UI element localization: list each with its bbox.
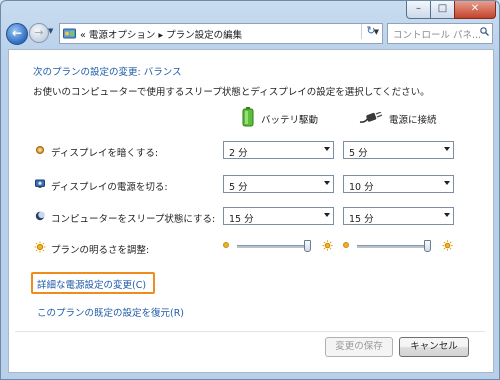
power-options-window: – □ ✕ ← → ▼ « 電源オプション ▸ プラン設定の編集 ▼ ↻ コント… <box>0 0 500 380</box>
dim-display-plugged-select[interactable]: 5 分 <box>343 141 454 159</box>
slider-track <box>357 245 427 248</box>
chevron-down-icon <box>324 147 330 151</box>
display-off-plugged-value: 10 分 <box>349 182 374 193</box>
search-icon[interactable] <box>480 27 489 36</box>
sleep-battery-value: 15 分 <box>229 214 254 225</box>
close-button[interactable]: ✕ <box>454 1 496 19</box>
maximize-button[interactable]: □ <box>430 1 455 19</box>
sleep-moon-icon <box>35 211 45 221</box>
slider-thumb[interactable] <box>303 240 311 252</box>
page-title: 次のプランの設定の変更: バランス <box>33 67 182 78</box>
display-off-battery-select[interactable]: 5 分 <box>223 175 334 193</box>
power-plug-icon <box>359 112 383 123</box>
search-input[interactable]: コントロール パネ... <box>387 23 493 44</box>
battery-icon <box>242 107 254 127</box>
bright-sun-icon <box>322 240 333 251</box>
dim-sun-icon <box>343 242 349 248</box>
dim-display-icon <box>36 146 44 154</box>
dim-display-battery-select[interactable]: 2 分 <box>223 141 334 159</box>
sleep-plugged-select[interactable]: 15 分 <box>343 207 454 225</box>
dim-display-plugged-value: 5 分 <box>349 148 368 159</box>
slider-thumb[interactable] <box>423 240 431 252</box>
chevron-down-icon <box>444 213 450 217</box>
history-dropdown-icon[interactable]: ▼ <box>48 27 53 35</box>
save-changes-button[interactable]: 変更の保存 <box>325 337 393 357</box>
control-panel-icon <box>63 28 76 39</box>
breadcrumb[interactable]: « 電源オプション ▸ プラン設定の編集 <box>80 27 242 41</box>
plugged-column-header: 電源に接続 <box>389 115 437 126</box>
sleep-plugged-value: 15 分 <box>349 214 374 225</box>
display-off-label: ディスプレイの電源を切る: <box>51 182 168 193</box>
back-button[interactable]: ← <box>6 23 28 45</box>
chevron-down-icon <box>444 147 450 151</box>
forward-button[interactable]: → <box>29 23 49 43</box>
address-bar[interactable]: « 電源オプション ▸ プラン設定の編集 ▼ <box>59 23 383 44</box>
bright-sun-icon <box>442 240 453 251</box>
sleep-label: コンピューターをスリープ状態にする: <box>51 214 216 225</box>
title-bar: – □ ✕ <box>1 1 499 21</box>
brightness-plugged-slider[interactable] <box>343 240 455 252</box>
minimize-button[interactable]: – <box>406 1 431 19</box>
slider-track <box>237 245 307 248</box>
chevron-down-icon <box>324 181 330 185</box>
brightness-sun-icon <box>34 241 46 253</box>
page-description: お使いのコンピューターで使用するスリープ状態とディスプレイの設定を選択してくださ… <box>33 87 430 98</box>
dim-sun-icon <box>223 242 229 248</box>
display-off-plugged-select[interactable]: 10 分 <box>343 175 454 193</box>
cancel-button[interactable]: キャンセル <box>399 337 469 357</box>
sleep-battery-select[interactable]: 15 分 <box>223 207 334 225</box>
display-off-icon <box>35 179 45 188</box>
refresh-icon[interactable]: ↻ <box>361 24 380 39</box>
restore-defaults-link[interactable]: このプランの既定の設定を復元(R) <box>37 305 184 319</box>
search-placeholder: コントロール パネ... <box>393 30 482 41</box>
dim-display-label: ディスプレイを暗くする: <box>51 148 159 159</box>
navigation-bar: ← → ▼ « 電源オプション ▸ プラン設定の編集 ▼ ↻ コントロール パネ… <box>1 21 499 47</box>
brightness-label: プランの明るさを調整: <box>51 245 150 256</box>
settings-panel: 次のプランの設定の変更: バランス お使いのコンピューターで使用するスリープ状態… <box>8 49 494 373</box>
dim-display-battery-value: 2 分 <box>229 148 248 159</box>
chevron-down-icon <box>324 213 330 217</box>
chevron-down-icon <box>444 181 450 185</box>
divider <box>15 331 485 332</box>
advanced-power-settings-link[interactable]: 詳細な電源設定の変更(C) <box>37 277 146 291</box>
battery-column-header: バッテリ駆動 <box>261 115 319 126</box>
brightness-battery-slider[interactable] <box>223 240 335 252</box>
display-off-battery-value: 5 分 <box>229 182 248 193</box>
